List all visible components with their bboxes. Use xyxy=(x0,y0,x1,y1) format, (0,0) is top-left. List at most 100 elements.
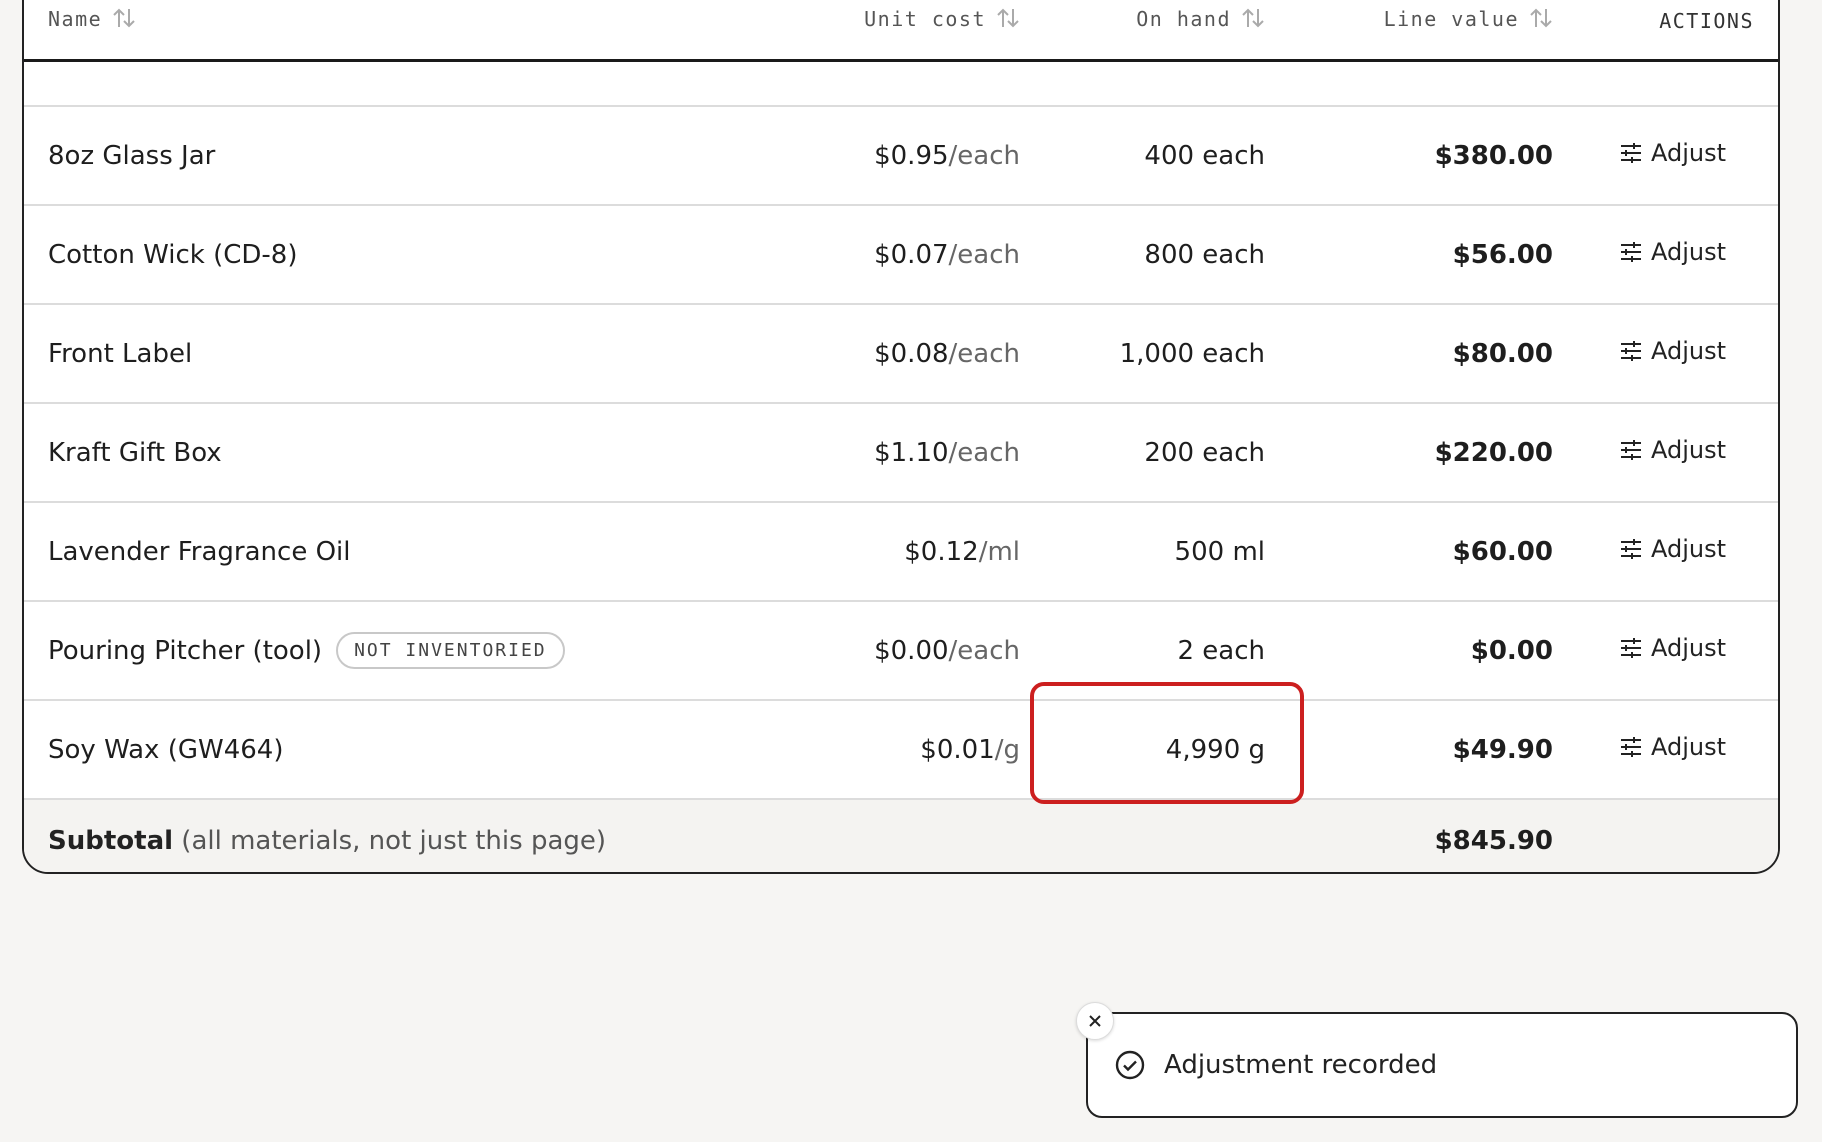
materials-table: Name Unit cost On hand Line value ACTION… xyxy=(24,0,1778,872)
adjust-button[interactable]: Adjust xyxy=(1619,139,1726,167)
unit-cost-suffix: /ml xyxy=(978,536,1020,567)
adjust-button-label: Adjust xyxy=(1651,732,1727,761)
material-name: 8oz Glass Jar xyxy=(24,106,794,206)
column-header-line-value[interactable]: Line value xyxy=(1289,0,1577,62)
check-circle-icon xyxy=(1114,1049,1146,1081)
line-value: $80.00 xyxy=(1289,304,1577,404)
not-inventoried-badge: NOT INVENTORIED xyxy=(336,632,565,669)
unit-cost-cell: $0.95/each xyxy=(794,106,1044,206)
sliders-icon xyxy=(1621,142,1641,163)
column-header-name[interactable]: Name xyxy=(24,0,794,62)
unit-cost-cell: $0.07/each xyxy=(794,205,1044,305)
on-hand-value: 500 ml xyxy=(1044,502,1289,602)
adjust-button-label: Adjust xyxy=(1651,633,1727,662)
unit-cost-suffix: /each xyxy=(948,437,1020,468)
actions-cell: Adjust xyxy=(1577,304,1778,404)
adjust-button[interactable]: Adjust xyxy=(1619,733,1726,761)
column-header-name-label: Name xyxy=(48,7,103,31)
column-header-on-hand-label: On hand xyxy=(1136,7,1231,31)
on-hand-value: 800 each xyxy=(1044,205,1289,305)
subtotal-empty-cell xyxy=(1044,799,1289,872)
column-header-unit-cost-label: Unit cost xyxy=(864,7,986,31)
on-hand-value: 4,990 g xyxy=(1044,700,1289,800)
sliders-icon xyxy=(1621,637,1641,658)
unit-cost-suffix: /each xyxy=(948,338,1020,369)
material-name: Lavender Fragrance Oil xyxy=(24,502,794,602)
table-header-row: Name Unit cost On hand Line value ACTION… xyxy=(24,0,1778,62)
adjust-button[interactable]: Adjust xyxy=(1619,436,1726,464)
line-value: $56.00 xyxy=(1289,205,1577,305)
adjust-button-label: Adjust xyxy=(1651,336,1727,365)
table-row: Cotton Wick (CD-8) $0.07/each 800 each $… xyxy=(24,205,1778,305)
unit-cost-value: $0.12 xyxy=(904,536,979,567)
table-row: Pouring Pitcher (tool) NOT INVENTORIED $0… xyxy=(24,601,1778,701)
on-hand-value: 1,000 each xyxy=(1044,304,1289,404)
toast-notification: Adjustment recorded xyxy=(1086,1012,1798,1118)
unit-cost-suffix: /g xyxy=(994,734,1020,765)
material-name: Soy Wax (GW464) xyxy=(24,700,794,800)
column-header-actions: ACTIONS xyxy=(1577,0,1778,62)
adjust-button[interactable]: Adjust xyxy=(1619,634,1726,662)
toast-close-button[interactable] xyxy=(1076,1002,1114,1040)
column-header-line-value-label: Line value xyxy=(1383,7,1519,31)
unit-cost-value: $0.01 xyxy=(920,734,995,765)
unit-cost-value: $0.95 xyxy=(874,140,949,171)
sort-icon[interactable] xyxy=(1241,7,1265,34)
unit-cost-value: $0.08 xyxy=(874,338,949,369)
material-name-cell: Pouring Pitcher (tool) NOT INVENTORIED xyxy=(24,601,794,701)
line-value: $0.00 xyxy=(1289,601,1577,701)
subtotal-actions-empty xyxy=(1577,799,1778,872)
column-header-on-hand[interactable]: On hand xyxy=(1044,0,1289,62)
inventory-table-card: Name Unit cost On hand Line value ACTION… xyxy=(22,0,1780,874)
on-hand-value: 2 each xyxy=(1044,601,1289,701)
sliders-icon xyxy=(1621,538,1641,559)
material-name: Kraft Gift Box xyxy=(24,403,794,503)
line-value: $220.00 xyxy=(1289,403,1577,503)
subtotal-label-cell: Subtotal (all materials, not just this p… xyxy=(24,799,1044,872)
table-row: Kraft Gift Box $1.10/each 200 each $220.… xyxy=(24,403,1778,503)
table-row: Soy Wax (GW464) $0.01/g 4,990 g $49.90 A… xyxy=(24,700,1778,800)
on-hand-value: 400 each xyxy=(1044,106,1289,206)
unit-cost-cell: $0.01/g xyxy=(794,700,1044,800)
sliders-icon xyxy=(1621,340,1641,361)
adjust-button[interactable]: Adjust xyxy=(1619,535,1726,563)
adjust-button-label: Adjust xyxy=(1651,138,1727,167)
unit-cost-value: $1.10 xyxy=(874,437,949,468)
column-header-unit-cost[interactable]: Unit cost xyxy=(794,0,1044,62)
table-row: Front Label $0.08/each 1,000 each $80.00… xyxy=(24,304,1778,404)
adjust-button[interactable]: Adjust xyxy=(1619,337,1726,365)
adjust-button-label: Adjust xyxy=(1651,435,1727,464)
material-name: Front Label xyxy=(24,304,794,404)
unit-cost-suffix: /each xyxy=(948,635,1020,666)
sort-icon[interactable] xyxy=(996,7,1020,34)
table-row: Lavender Fragrance Oil $0.12/ml 500 ml $… xyxy=(24,502,1778,602)
sliders-icon xyxy=(1621,439,1641,460)
unit-cost-cell: $0.08/each xyxy=(794,304,1044,404)
line-value: $60.00 xyxy=(1289,502,1577,602)
adjust-button[interactable]: Adjust xyxy=(1619,238,1726,266)
material-name: Cotton Wick (CD-8) xyxy=(24,205,794,305)
sort-icon[interactable] xyxy=(1529,7,1553,34)
toast-message: Adjustment recorded xyxy=(1164,1050,1438,1080)
unit-cost-cell: $0.12/ml xyxy=(794,502,1044,602)
close-icon xyxy=(1089,1015,1101,1027)
unit-cost-value: $0.00 xyxy=(874,635,949,666)
adjust-button-label: Adjust xyxy=(1651,237,1727,266)
sliders-icon xyxy=(1621,241,1641,262)
actions-cell: Adjust xyxy=(1577,106,1778,206)
sort-icon[interactable] xyxy=(112,7,136,34)
actions-cell: Adjust xyxy=(1577,205,1778,305)
subtotal-value: $845.90 xyxy=(1289,799,1577,872)
actions-cell: Adjust xyxy=(1577,502,1778,602)
line-value: $380.00 xyxy=(1289,106,1577,206)
unit-cost-value: $0.07 xyxy=(874,239,949,270)
subtotal-note: (all materials, not just this page) xyxy=(181,826,607,856)
subtotal-label: Subtotal xyxy=(48,826,174,856)
subtotal-row: Subtotal (all materials, not just this p… xyxy=(24,799,1778,872)
material-name: Pouring Pitcher (tool) xyxy=(48,636,323,666)
table-row: 8oz Glass Jar $0.95/each 400 each $380.0… xyxy=(24,106,1778,206)
adjust-button-label: Adjust xyxy=(1651,534,1727,563)
unit-cost-suffix: /each xyxy=(948,239,1020,270)
unit-cost-cell: $1.10/each xyxy=(794,403,1044,503)
line-value: $49.90 xyxy=(1289,700,1577,800)
